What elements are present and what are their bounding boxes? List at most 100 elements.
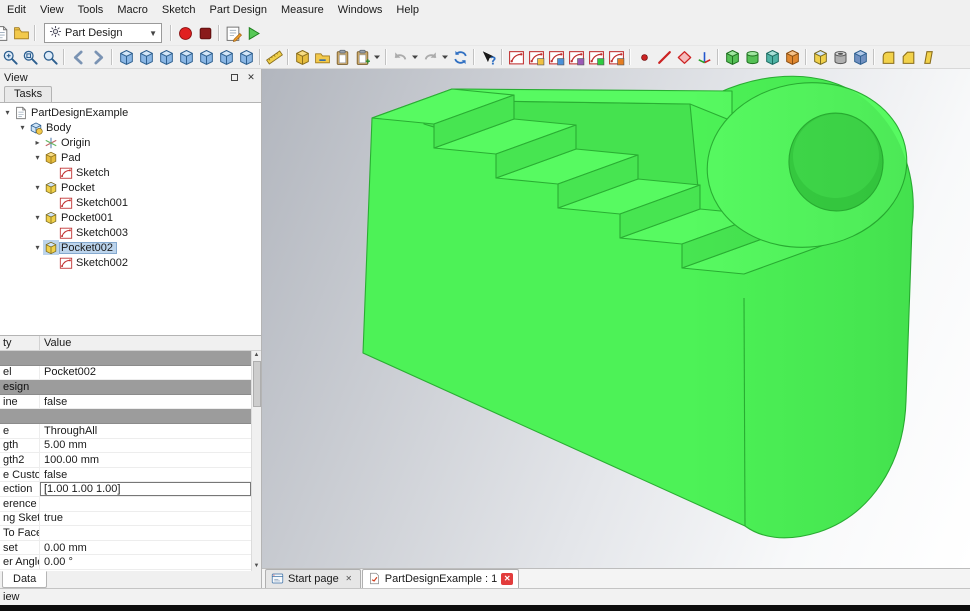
tree-item-sketch[interactable]: Sketch (0, 165, 261, 180)
menu-item-windows[interactable]: Windows (331, 0, 390, 21)
float-panel-button[interactable] (228, 72, 240, 84)
make-link-icon[interactable] (312, 47, 332, 68)
tab-tasks[interactable]: Tasks (4, 86, 52, 102)
hole-icon[interactable] (830, 47, 850, 68)
view-right-icon[interactable] (176, 47, 196, 68)
chamfer-icon[interactable] (898, 47, 918, 68)
draft-icon[interactable] (918, 47, 938, 68)
property-value[interactable] (40, 497, 251, 511)
property-value[interactable]: 100.00 mm (40, 453, 251, 467)
menu-item-sketch[interactable]: Sketch (155, 0, 203, 21)
menu-item-macro[interactable]: Macro (110, 0, 155, 21)
property-row[interactable]: er Angle0.00 ° (0, 555, 251, 570)
close-tab-icon[interactable]: ✕ (501, 573, 513, 585)
tree-item-origin[interactable]: ▸Origin (0, 135, 261, 150)
datum-line-icon[interactable] (654, 47, 674, 68)
paste-special-icon[interactable] (352, 47, 372, 68)
menu-item-edit[interactable]: Edit (0, 0, 33, 21)
tree-item-pad[interactable]: ▾Pad (0, 150, 261, 165)
property-row[interactable]: e Custom...false (0, 468, 251, 483)
create-part-icon[interactable] (292, 47, 312, 68)
scroll-down-icon[interactable]: ▼ (254, 562, 260, 571)
tree-expander-icon[interactable]: ▾ (32, 153, 43, 162)
tree-item-sketch002[interactable]: Sketch002 (0, 255, 261, 270)
tab-start-page[interactable]: Start page ✕ (265, 569, 361, 588)
refresh-icon[interactable] (450, 47, 470, 68)
additive-loft-icon[interactable] (762, 47, 782, 68)
property-value[interactable]: true (40, 512, 251, 526)
map-sketch-icon[interactable] (546, 47, 566, 68)
tree-item-body[interactable]: ▾Body (0, 120, 261, 135)
property-value[interactable]: false (40, 468, 251, 482)
menu-item-measure[interactable]: Measure (274, 0, 331, 21)
property-group-row[interactable] (0, 351, 251, 366)
macro-record-icon[interactable] (175, 23, 195, 44)
macro-stop-icon[interactable] (195, 23, 215, 44)
fillet-icon[interactable] (878, 47, 898, 68)
dropdown-icon[interactable] (440, 47, 450, 68)
groove-icon[interactable] (850, 47, 870, 68)
macro-play-icon[interactable] (243, 23, 263, 44)
menu-item-tools[interactable]: Tools (71, 0, 111, 21)
edit-sketch-icon[interactable] (526, 47, 546, 68)
workbench-selector[interactable]: Part Design ▼ (44, 23, 162, 43)
tree-expander-icon[interactable]: ▾ (32, 183, 43, 192)
box-zoom-icon[interactable] (40, 47, 60, 68)
tree-item-sketch001[interactable]: Sketch001 (0, 195, 261, 210)
tree-item-pocket001[interactable]: ▾Pocket001 (0, 210, 261, 225)
property-group-row[interactable] (0, 409, 251, 424)
tree-item-pocket[interactable]: ▾Pocket (0, 180, 261, 195)
menu-item-help[interactable]: Help (389, 0, 426, 21)
paste-icon[interactable] (332, 47, 352, 68)
property-row[interactable]: set0.00 mm (0, 541, 251, 556)
dropdown-icon[interactable] (410, 47, 420, 68)
undo-icon[interactable] (390, 47, 410, 68)
fit-selection-icon[interactable] (20, 47, 40, 68)
tree-expander-icon[interactable]: ▾ (32, 213, 43, 222)
reorient-sketch-icon[interactable] (566, 47, 586, 68)
measure-icon[interactable] (264, 47, 284, 68)
property-row[interactable]: ection[1.00 1.00 1.00] (0, 482, 251, 497)
property-row[interactable]: ng Sketc...true (0, 512, 251, 527)
property-row[interactable]: erence A... (0, 497, 251, 512)
property-row[interactable]: inefalse (0, 395, 251, 410)
tab-data[interactable]: Data (2, 571, 47, 588)
view-isometric-icon[interactable] (116, 47, 136, 68)
datum-plane-icon[interactable] (674, 47, 694, 68)
additive-pipe-icon[interactable] (782, 47, 802, 68)
create-sketch-icon[interactable] (506, 47, 526, 68)
property-value[interactable]: [1.00 1.00 1.00] (40, 482, 251, 496)
revolution-icon[interactable] (742, 47, 762, 68)
property-value[interactable]: 0.00 ° (40, 555, 251, 569)
new-document-icon[interactable] (0, 23, 11, 44)
redo-icon[interactable] (420, 47, 440, 68)
fit-all-icon[interactable] (0, 47, 20, 68)
3d-viewport[interactable] (262, 69, 970, 568)
property-row[interactable]: gth2100.00 mm (0, 453, 251, 468)
property-row[interactable]: gth5.00 mm (0, 439, 251, 454)
pocket-icon[interactable] (810, 47, 830, 68)
tab-partdesignexample[interactable]: PartDesignExample : 1 ✕ (362, 569, 520, 588)
tree-expander-icon[interactable]: ▾ (17, 123, 28, 132)
property-value[interactable]: 5.00 mm (40, 439, 251, 453)
properties-scrollbar[interactable]: ▲ ▼ (251, 351, 261, 571)
open-document-icon[interactable] (11, 23, 31, 44)
dropdown-icon[interactable] (372, 47, 382, 68)
part-3d-model[interactable] (262, 69, 970, 568)
nav-back-icon[interactable] (68, 47, 88, 68)
property-value[interactable] (40, 526, 251, 540)
property-row[interactable]: elPocket002 (0, 366, 251, 381)
close-panel-button[interactable]: ✕ (245, 72, 257, 84)
view-bottom-icon[interactable] (216, 47, 236, 68)
tree-item-pocket002[interactable]: ▾Pocket002 (0, 240, 261, 255)
property-value[interactable]: 0.00 mm (40, 541, 251, 555)
property-row[interactable]: eThroughAll (0, 424, 251, 439)
view-front-icon[interactable] (136, 47, 156, 68)
property-value[interactable]: ThroughAll (40, 424, 251, 438)
close-tab-icon[interactable]: ✕ (343, 573, 355, 585)
tree-expander-icon[interactable]: ▸ (32, 138, 43, 147)
tree-item-sketch003[interactable]: Sketch003 (0, 225, 261, 240)
property-group-row[interactable]: esign (0, 380, 251, 395)
property-value[interactable]: Pocket002 (40, 366, 251, 380)
tree-item-partdesignexample[interactable]: ▾PartDesignExample (0, 105, 261, 120)
